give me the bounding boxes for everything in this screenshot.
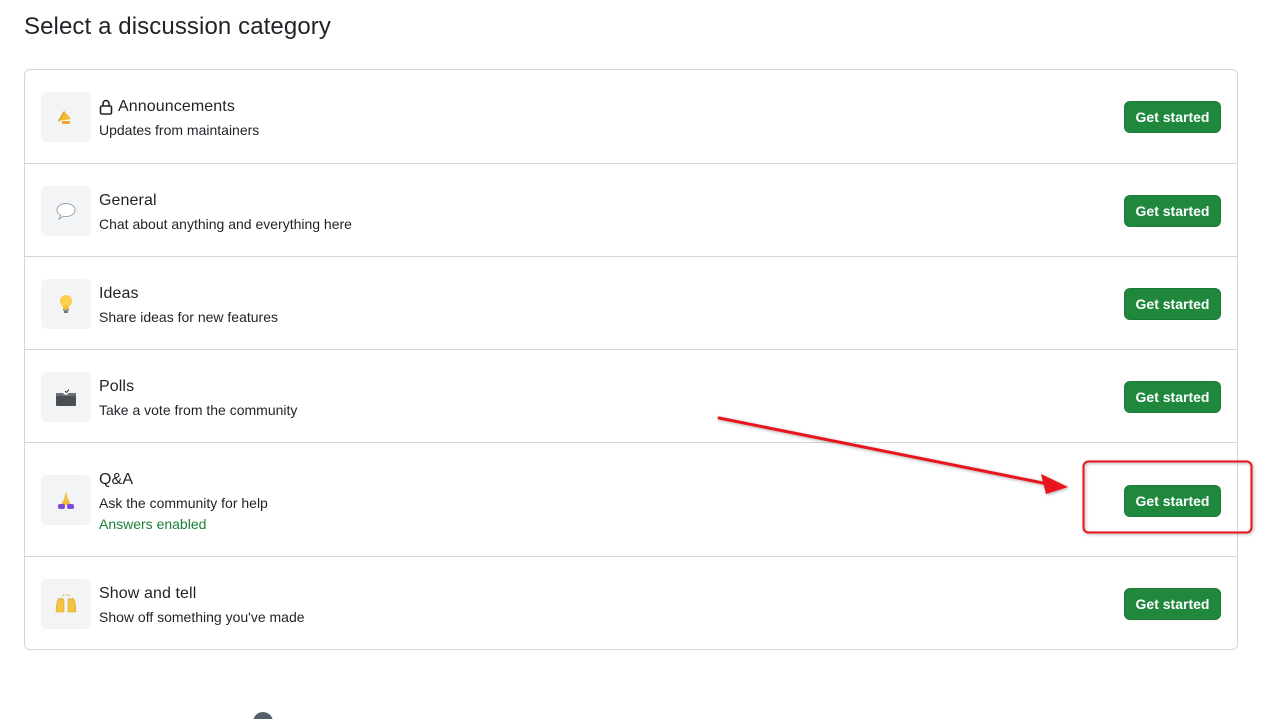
raising-hands-icon	[41, 579, 91, 629]
get-started-button-polls[interactable]: Get started	[1124, 381, 1221, 413]
get-started-button-qa[interactable]: Get started	[1124, 485, 1221, 517]
answers-enabled-label: Answers enabled	[99, 516, 207, 532]
page: Select a discussion category Announcemen…	[0, 0, 1266, 719]
category-row-show-and-tell: Show and tell Show off something you've …	[25, 556, 1237, 649]
category-description: Share ideas for new features	[99, 309, 278, 325]
category-description: Updates from maintainers	[99, 122, 260, 138]
ballot-box-icon	[41, 372, 91, 422]
category-description: Ask the community for help	[99, 495, 268, 511]
category-name: Q&A	[99, 471, 134, 488]
category-row-announcements: Announcements Updates from maintainers G…	[25, 70, 1237, 163]
megaphone-icon	[41, 92, 91, 142]
get-started-button-show-and-tell[interactable]: Get started	[1124, 588, 1221, 620]
lock-icon	[99, 99, 113, 115]
category-row-ideas: Ideas Share ideas for new features Get s…	[25, 256, 1237, 349]
category-description: Chat about anything and everything here	[99, 216, 352, 232]
category-name: Show and tell	[99, 585, 197, 602]
avatar	[253, 712, 273, 719]
category-row-polls: Polls Take a vote from the community Get…	[25, 349, 1237, 442]
get-started-button-ideas[interactable]: Get started	[1124, 288, 1221, 320]
page-title: Select a discussion category	[24, 13, 331, 40]
category-name: Announcements	[118, 98, 235, 115]
light-bulb-icon	[41, 279, 91, 329]
category-row-qa: Q&A Ask the community for help Answers e…	[25, 442, 1237, 556]
get-started-button-announcements[interactable]: Get started	[1124, 101, 1221, 133]
category-name: Polls	[99, 378, 135, 395]
category-name: General	[99, 192, 157, 209]
speech-balloon-icon	[41, 186, 91, 236]
category-list: Announcements Updates from maintainers G…	[24, 69, 1238, 650]
category-description: Take a vote from the community	[99, 402, 298, 418]
category-row-general: General Chat about anything and everythi…	[25, 163, 1237, 256]
category-description: Show off something you've made	[99, 609, 305, 625]
praying-hands-icon	[41, 475, 91, 525]
category-name: Ideas	[99, 285, 139, 302]
get-started-button-general[interactable]: Get started	[1124, 195, 1221, 227]
